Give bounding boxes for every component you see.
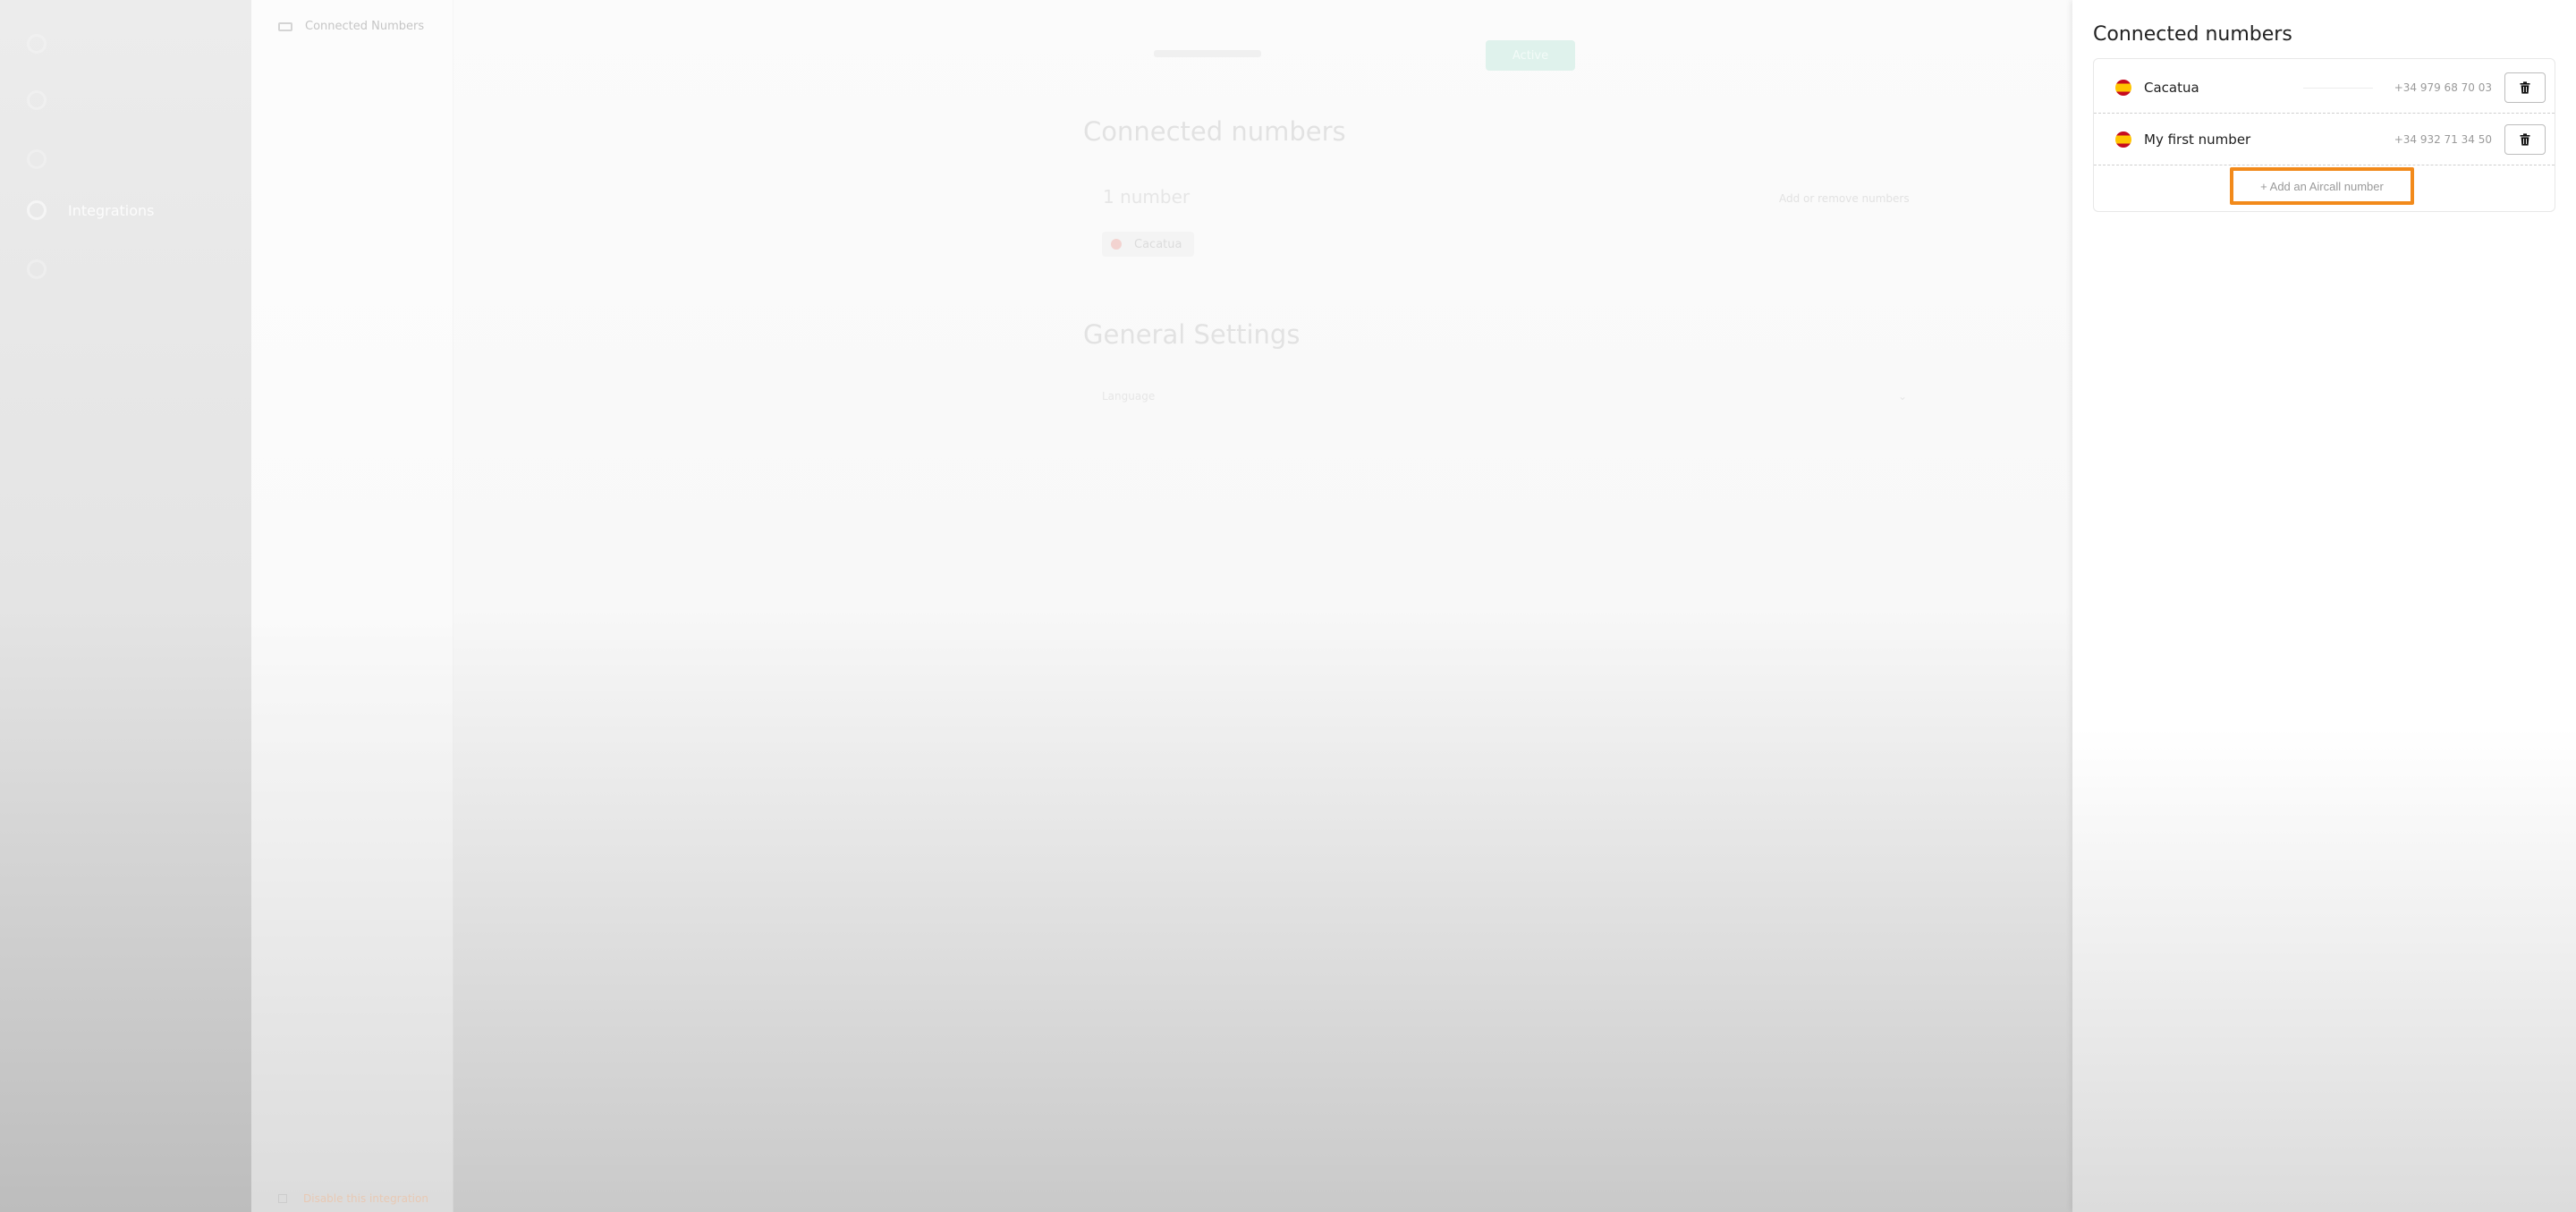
main-content-dimmed: Connected Numbers Disable this integrati… bbox=[251, 0, 2072, 1212]
disable-integration-label: Disable this integration bbox=[303, 1192, 428, 1205]
sidebar-item-icon bbox=[27, 149, 47, 169]
sidebar-item-label: Integrations bbox=[68, 201, 155, 219]
number-row: My first number +34 932 71 34 50 bbox=[2094, 114, 2555, 165]
trash-icon bbox=[2520, 81, 2530, 94]
number-phone: +34 979 68 70 03 bbox=[2394, 81, 2492, 94]
sidebar-item-integrations[interactable]: Integrations bbox=[27, 195, 155, 225]
trash-icon bbox=[2520, 133, 2530, 146]
sidebar-item-2[interactable] bbox=[27, 85, 68, 115]
chevron-down-icon: ⌄ bbox=[1897, 390, 1907, 403]
remove-number-button[interactable] bbox=[2504, 72, 2546, 103]
numbers-count: 1 number bbox=[1103, 186, 1191, 208]
add-aircall-number-button[interactable]: + Add an Aircall number bbox=[2230, 167, 2414, 205]
sidebar-item-4[interactable] bbox=[27, 254, 68, 284]
subnav-item-label: Connected Numbers bbox=[305, 20, 425, 33]
connected-numbers-panel: Connected numbers Cacatua +34 979 68 70 … bbox=[2072, 0, 2576, 1212]
language-setting-label: Language bbox=[1102, 390, 1156, 403]
subnav-item-connected-numbers[interactable]: Connected Numbers bbox=[278, 20, 424, 33]
disable-integration-link[interactable]: Disable this integration bbox=[278, 1192, 428, 1205]
general-settings-heading: General Settings bbox=[1083, 319, 1301, 350]
number-phone: +34 932 71 34 50 bbox=[2394, 133, 2492, 146]
number-chip-label: Cacatua bbox=[1134, 237, 1182, 251]
panel-title: Connected numbers bbox=[2093, 23, 2292, 46]
remove-number-button[interactable] bbox=[2504, 124, 2546, 155]
spain-flag-icon bbox=[2115, 131, 2131, 148]
sidebar-item-icon bbox=[27, 34, 47, 54]
integration-subnav: Connected Numbers Disable this integrati… bbox=[251, 0, 453, 1212]
add-remove-numbers-link[interactable]: Add or remove numbers bbox=[1779, 192, 1910, 205]
spain-flag-icon bbox=[2115, 80, 2131, 96]
language-setting-row[interactable]: Language ⌄ bbox=[1102, 383, 1907, 410]
power-icon bbox=[278, 1194, 287, 1203]
app-sidebar: Integrations bbox=[0, 0, 251, 1212]
number-name: My first number bbox=[2144, 131, 2251, 148]
number-row: Cacatua +34 979 68 70 03 bbox=[2094, 63, 2555, 114]
number-chip: Cacatua bbox=[1102, 232, 1195, 257]
link-icon bbox=[278, 21, 292, 31]
spain-flag-icon bbox=[1111, 239, 1122, 250]
row-divider bbox=[2302, 87, 2373, 89]
header-placeholder bbox=[1154, 50, 1261, 57]
number-name: Cacatua bbox=[2144, 80, 2199, 96]
sidebar-item-3[interactable] bbox=[27, 144, 68, 174]
integration-status-button[interactable]: Active bbox=[1486, 40, 1575, 71]
integrations-icon bbox=[27, 200, 47, 220]
sidebar-item-1[interactable] bbox=[27, 29, 68, 59]
sidebar-item-icon bbox=[27, 259, 47, 279]
numbers-list-card: Cacatua +34 979 68 70 03 My first number… bbox=[2093, 58, 2555, 212]
sidebar-item-icon bbox=[27, 90, 47, 110]
connected-numbers-heading: Connected numbers bbox=[1083, 116, 1346, 147]
